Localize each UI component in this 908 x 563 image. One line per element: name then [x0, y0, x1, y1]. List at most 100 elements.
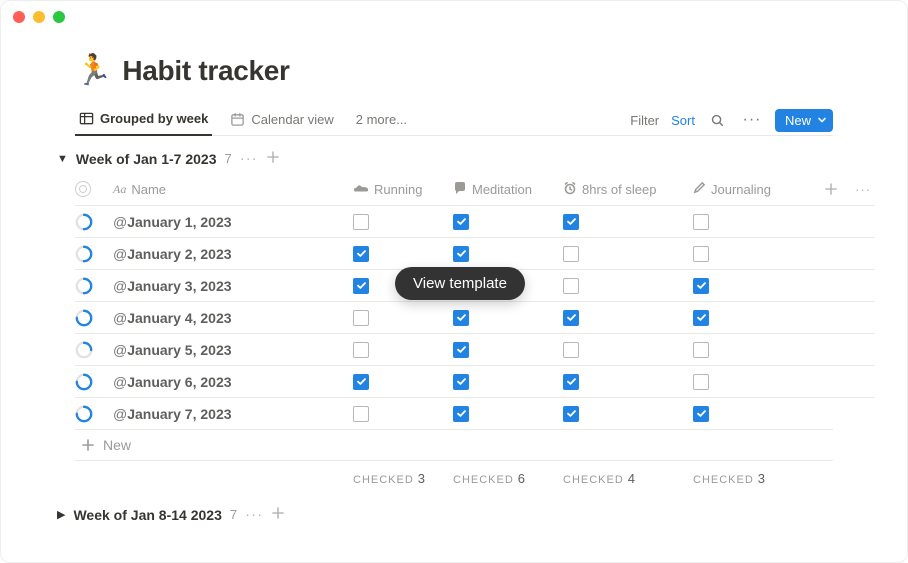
add-column-button[interactable] [811, 182, 851, 196]
checkbox[interactable] [693, 310, 709, 326]
column-running[interactable]: Running [353, 182, 453, 197]
checkbox[interactable] [353, 246, 369, 262]
table-row[interactable]: @January 7, 2023 [75, 397, 833, 429]
cell-running[interactable] [353, 365, 453, 397]
group-more-icon[interactable]: ··· [245, 506, 263, 523]
checkbox[interactable] [353, 342, 369, 358]
filter-button[interactable]: Filter [630, 113, 659, 128]
tab-calendar-view[interactable]: Calendar view [226, 106, 337, 135]
view-template-pill[interactable]: View template [395, 267, 525, 300]
page-title[interactable]: Habit tracker [122, 55, 289, 87]
table-icon [79, 111, 94, 126]
checkbox[interactable] [453, 374, 469, 390]
row-name[interactable]: @January 2, 2023 [113, 237, 353, 269]
tab-grouped-by-week[interactable]: Grouped by week [75, 105, 212, 136]
new-row-button[interactable]: New [75, 429, 833, 461]
column-sleep[interactable]: 8hrs of sleep [563, 181, 693, 198]
tab-more-views[interactable]: 2 more... [352, 106, 411, 135]
cell-meditation[interactable] [453, 237, 563, 269]
table-row[interactable]: @January 5, 2023 [75, 333, 833, 365]
new-row-label: New [103, 437, 131, 453]
checkbox[interactable] [453, 342, 469, 358]
cell-running[interactable] [353, 397, 453, 429]
new-button[interactable]: New [775, 109, 833, 132]
checkbox[interactable] [563, 278, 579, 294]
cell-sleep[interactable] [563, 397, 693, 429]
cell-running[interactable] [353, 333, 453, 365]
cell-meditation[interactable] [453, 205, 563, 237]
cell-journaling[interactable] [693, 301, 811, 333]
cell-sleep[interactable] [563, 333, 693, 365]
row-name[interactable]: @January 5, 2023 [113, 333, 353, 365]
checkbox[interactable] [693, 214, 709, 230]
row-name[interactable]: @January 6, 2023 [113, 365, 353, 397]
checkbox[interactable] [693, 246, 709, 262]
group-add-icon[interactable] [266, 150, 280, 167]
row-name[interactable]: @January 4, 2023 [113, 301, 353, 333]
group-header[interactable]: ▶ Week of Jan 8-14 2023 7 ··· [57, 506, 833, 523]
checkbox[interactable] [353, 374, 369, 390]
search-icon[interactable] [707, 109, 729, 131]
table-row[interactable]: @January 2, 2023 [75, 237, 833, 269]
cell-sleep[interactable] [563, 237, 693, 269]
caret-down-icon[interactable]: ▼ [57, 153, 68, 165]
cell-meditation[interactable] [453, 365, 563, 397]
cell-meditation[interactable] [453, 333, 563, 365]
cell-sleep[interactable] [563, 301, 693, 333]
cell-running[interactable] [353, 237, 453, 269]
column-meditation[interactable]: Meditation [453, 181, 563, 198]
group-header[interactable]: ▼ Week of Jan 1-7 2023 7 ··· [57, 150, 833, 167]
close-window-icon[interactable] [13, 11, 25, 23]
checkbox[interactable] [353, 278, 369, 294]
checkbox[interactable] [693, 406, 709, 422]
cell-journaling[interactable] [693, 333, 811, 365]
checkbox[interactable] [693, 374, 709, 390]
table-row[interactable]: @January 1, 2023 [75, 205, 833, 237]
sort-button[interactable]: Sort [671, 113, 695, 128]
column-journaling[interactable]: Journaling [693, 181, 811, 197]
cell-journaling[interactable] [693, 205, 811, 237]
checkbox[interactable] [453, 214, 469, 230]
caret-right-icon[interactable]: ▶ [57, 508, 65, 521]
row-name[interactable]: @January 3, 2023 [113, 269, 353, 301]
checkbox[interactable] [563, 310, 579, 326]
checkbox[interactable] [563, 214, 579, 230]
checkbox[interactable] [453, 310, 469, 326]
table-row[interactable]: @January 4, 2023 [75, 301, 833, 333]
minimize-window-icon[interactable] [33, 11, 45, 23]
checkbox[interactable] [353, 214, 369, 230]
cell-journaling[interactable] [693, 365, 811, 397]
column-name[interactable]: Aa Name [113, 182, 353, 197]
cell-meditation[interactable] [453, 397, 563, 429]
cell-journaling[interactable] [693, 397, 811, 429]
group-more-icon[interactable]: ··· [240, 150, 258, 167]
cell-running[interactable] [353, 205, 453, 237]
page-icon[interactable]: 🏃 [75, 56, 112, 86]
table-more-icon[interactable]: ··· [851, 182, 875, 197]
checkbox[interactable] [563, 374, 579, 390]
cell-running[interactable] [353, 301, 453, 333]
table-row[interactable]: @January 6, 2023 [75, 365, 833, 397]
cell-sleep[interactable] [563, 365, 693, 397]
checkbox[interactable] [453, 246, 469, 262]
checkbox[interactable] [693, 342, 709, 358]
column-progress-icon[interactable] [75, 181, 113, 197]
cell-meditation[interactable] [453, 301, 563, 333]
checkbox[interactable] [563, 342, 579, 358]
group-add-icon[interactable] [271, 506, 285, 523]
row-name[interactable]: @January 1, 2023 [113, 205, 353, 237]
checkbox[interactable] [563, 406, 579, 422]
checkbox[interactable] [453, 406, 469, 422]
cell-journaling[interactable] [693, 269, 811, 301]
checkbox[interactable] [693, 278, 709, 294]
cell-sleep[interactable] [563, 269, 693, 301]
checkbox[interactable] [353, 406, 369, 422]
more-icon[interactable]: ··· [741, 109, 763, 131]
footer-meditation: CHECKED6 [453, 471, 563, 486]
cell-sleep[interactable] [563, 205, 693, 237]
checkbox[interactable] [563, 246, 579, 262]
checkbox[interactable] [353, 310, 369, 326]
row-name[interactable]: @January 7, 2023 [113, 397, 353, 429]
maximize-window-icon[interactable] [53, 11, 65, 23]
cell-journaling[interactable] [693, 237, 811, 269]
